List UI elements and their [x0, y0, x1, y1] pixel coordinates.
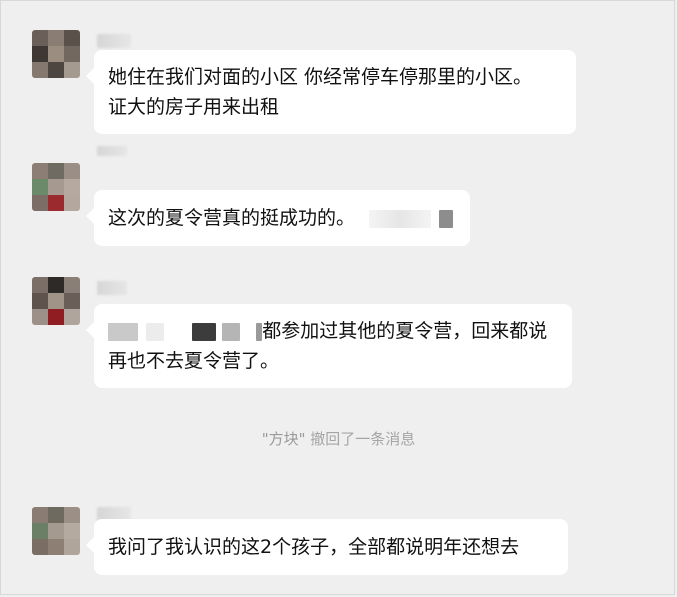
redaction-block — [439, 209, 454, 228]
redaction-block — [146, 322, 165, 341]
redaction-block — [369, 209, 432, 228]
message-text: 我问了我认识的这2个孩子，全部都说明年还想去 — [108, 536, 520, 558]
sender-name-redacted — [97, 34, 131, 48]
avatar[interactable] — [32, 277, 80, 325]
recall-sender-name: "方块" — [261, 430, 306, 448]
avatar[interactable] — [32, 163, 80, 211]
redaction-block — [192, 322, 217, 341]
avatar[interactable] — [32, 30, 80, 78]
redaction-block — [222, 322, 241, 341]
sender-name-redacted — [97, 146, 127, 156]
recall-text: 撤回了一条消息 — [305, 430, 416, 448]
sender-name-redacted — [97, 281, 127, 295]
avatar[interactable] — [32, 507, 80, 555]
message-text: 证大的房子用来出租 — [108, 96, 280, 118]
recall-notice: "方块" 撤回了一条消息 — [0, 428, 677, 449]
message-text: 都参加过其他的夏令营，回来都说 — [108, 316, 558, 346]
message-text: 这次的夏令营真的挺成功的。 — [108, 203, 456, 233]
message-text: 她住在我们对面的小区 你经常停车停那里的小区。 — [108, 66, 533, 88]
message-text: 再也不去夏令营了。 — [108, 350, 280, 372]
redaction-block — [108, 322, 138, 341]
message-bubble[interactable]: 我问了我认识的这2个孩子，全部都说明年还想去 — [86, 519, 568, 575]
message-bubble[interactable]: 都参加过其他的夏令营，回来都说 再也不去夏令营了。 — [86, 304, 572, 388]
message-bubble[interactable]: 这次的夏令营真的挺成功的。 — [86, 190, 470, 246]
message-bubble[interactable]: 她住在我们对面的小区 你经常停车停那里的小区。 证大的房子用来出租 — [86, 50, 576, 134]
